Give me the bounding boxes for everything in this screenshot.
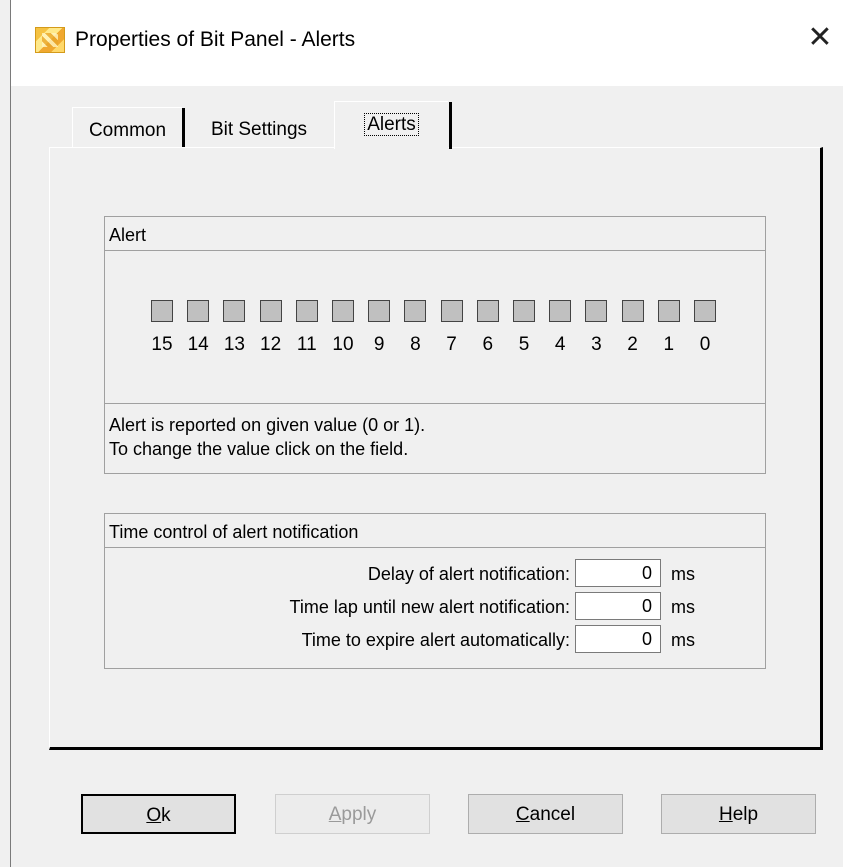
alerts-tab-panel: Alert 15 14 13 12 11 10 9 8 7 6 5 4 3 2 1 0 Alert is re…: [49, 147, 823, 750]
time-lap-input[interactable]: [575, 592, 661, 620]
bit-field-3[interactable]: [585, 300, 608, 322]
alert-group-title: Alert: [105, 217, 765, 251]
delay-row: Delay of alert notification: ms: [105, 557, 765, 589]
ok-button[interactable]: Ok: [81, 794, 236, 834]
properties-dialog: Properties of Bit Panel - Alerts ✕ Commo…: [10, 0, 843, 867]
bit-field-1[interactable]: [657, 300, 680, 322]
bit-field-10[interactable]: [332, 300, 354, 322]
window-title: Properties of Bit Panel - Alerts: [75, 28, 356, 51]
bit-label-13: 13: [223, 334, 245, 355]
expire-row: Time to expire alert automatically: ms: [105, 623, 765, 655]
bit-label-12: 12: [260, 334, 282, 355]
title-bar[interactable]: Properties of Bit Panel - Alerts ✕: [11, 0, 843, 86]
expire-unit: ms: [671, 630, 695, 650]
help-mnemonic: H: [718, 804, 733, 825]
app-icon: [35, 27, 65, 53]
cancel-button[interactable]: Cancel: [468, 794, 623, 834]
bit-field-8[interactable]: [404, 300, 427, 322]
bit-label-0: 0: [699, 334, 711, 355]
alert-info-line-2: To change the value click on the field.: [109, 439, 409, 459]
bit-field-14[interactable]: [187, 300, 210, 322]
bit-label-7: 7: [446, 334, 457, 355]
tab-alerts[interactable]: Alerts: [334, 101, 452, 149]
bit-label-10: 10: [332, 334, 354, 355]
bit-field-0[interactable]: [694, 300, 716, 322]
delay-input[interactable]: [575, 559, 661, 587]
bit-field-5[interactable]: [513, 300, 535, 322]
cancel-label-rest: ancel: [529, 804, 576, 825]
ok-label-rest: k: [161, 805, 171, 826]
bit-label-15: 15: [151, 334, 173, 355]
time-lap-unit: ms: [671, 597, 695, 617]
bit-field-11[interactable]: [295, 300, 318, 322]
bit-label-14: 14: [187, 334, 209, 355]
bit-field-15[interactable]: [151, 300, 173, 322]
apply-mnemonic: A: [328, 804, 342, 825]
bit-label-6: 6: [482, 334, 494, 355]
cancel-mnemonic: C: [515, 804, 530, 825]
bit-field-13[interactable]: [223, 300, 246, 322]
bit-field-6[interactable]: [476, 300, 499, 322]
expire-label: Time to expire alert automatically:: [301, 630, 570, 650]
bit-label-1: 1: [663, 334, 675, 355]
bit-field-2[interactable]: [621, 300, 644, 322]
close-button[interactable]: ✕: [805, 23, 835, 54]
alert-info-line-1: Alert is reported on given value (0 or 1…: [109, 415, 426, 435]
bit-label-8: 8: [410, 334, 421, 355]
apply-label-rest: pply: [341, 804, 377, 825]
time-lap-label: Time lap until new alert notification:: [289, 597, 570, 617]
bit-label-5: 5: [518, 334, 530, 355]
bit-label-3: 3: [591, 334, 602, 355]
time-lap-row: Time lap until new alert notification: m…: [105, 590, 765, 622]
help-button[interactable]: Help: [661, 794, 816, 834]
delay-label: Delay of alert notification:: [367, 564, 570, 584]
tab-common[interactable]: Common: [72, 107, 185, 147]
alert-info: Alert is reported on given value (0 or 1…: [109, 413, 425, 461]
bit-field-12[interactable]: [259, 300, 282, 322]
bit-field-7[interactable]: [440, 300, 463, 322]
alert-group: Alert 15 14 13 12 11 10 9 8 7 6 5 4 3 2 1 0 Alert is re…: [104, 216, 766, 474]
tab-bit-settings-label: Bit Settings: [210, 119, 308, 140]
time-control-group: Time control of alert notification Delay…: [104, 513, 766, 669]
bit-field-4[interactable]: [549, 300, 572, 322]
delay-unit: ms: [671, 564, 695, 584]
tab-bit-settings[interactable]: Bit Settings: [185, 107, 333, 147]
bit-label-11: 11: [296, 334, 317, 355]
alert-divider: [105, 403, 765, 404]
close-icon: ✕: [807, 20, 833, 55]
ok-mnemonic: O: [146, 805, 162, 826]
help-label-rest: elp: [732, 804, 759, 825]
tab-common-label: Common: [88, 120, 167, 141]
expire-input[interactable]: [575, 625, 661, 653]
bit-label-4: 4: [554, 334, 566, 355]
apply-button[interactable]: Apply: [275, 794, 430, 834]
time-control-group-title: Time control of alert notification: [105, 514, 765, 548]
bit-field-9[interactable]: [368, 300, 391, 322]
bit-label-9: 9: [373, 334, 385, 355]
tab-alerts-label: Alerts: [364, 113, 419, 136]
bit-label-2: 2: [627, 334, 638, 355]
